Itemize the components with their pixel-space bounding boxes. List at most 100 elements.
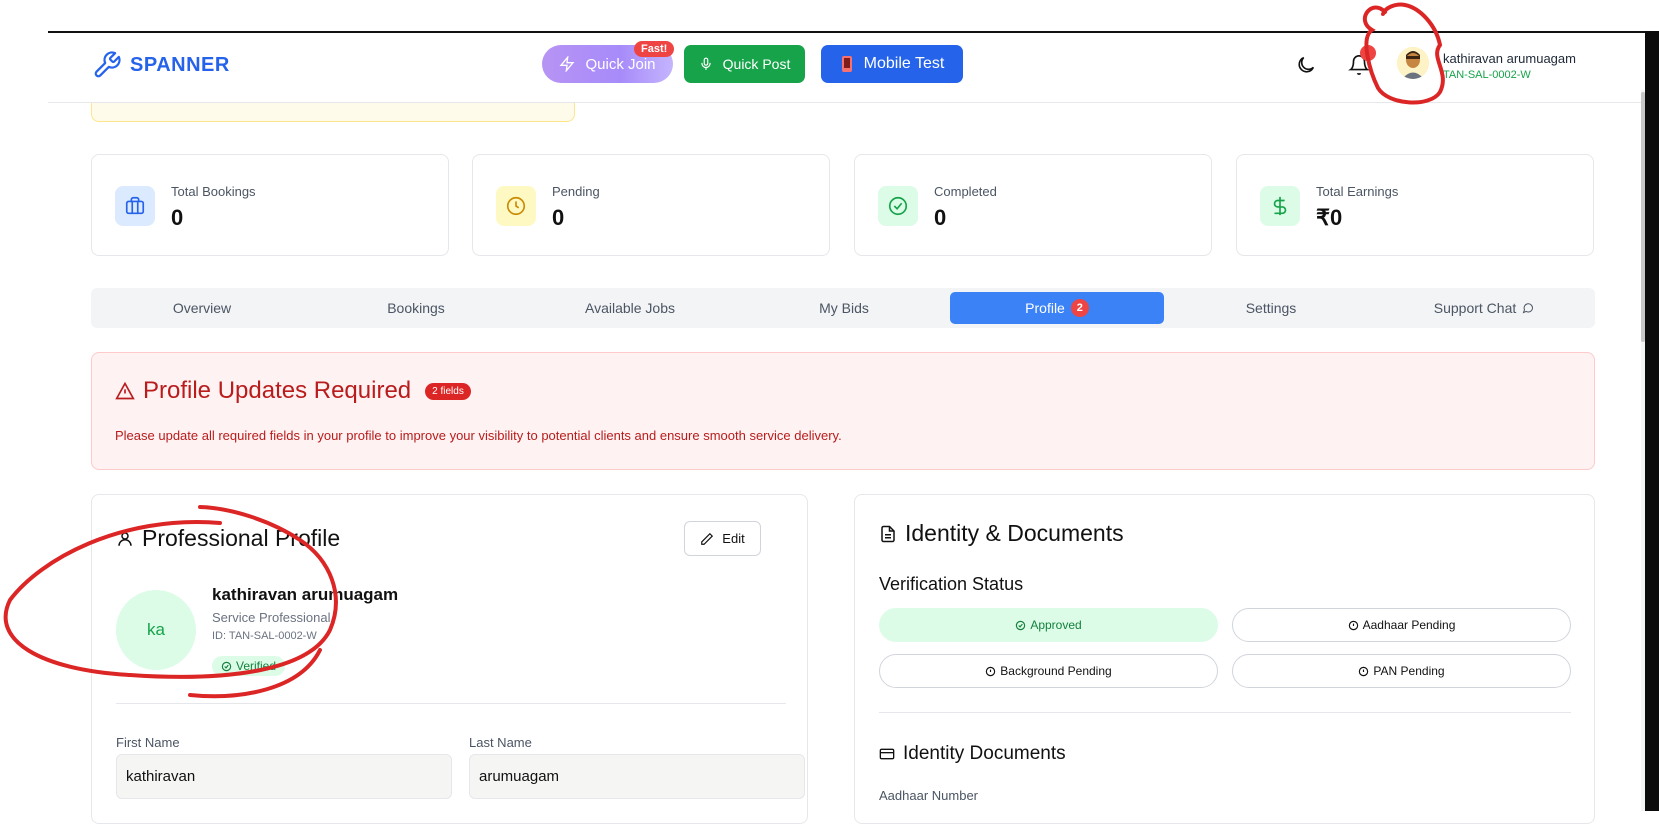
identity-docs-heading-row: Identity Documents	[879, 743, 1066, 765]
logo-text: SPANNER	[130, 53, 230, 76]
alert-title: Profile Updates Required	[143, 377, 412, 404]
pill-label: Aadhaar Pending	[1362, 618, 1456, 632]
card-icon	[879, 748, 895, 760]
first-name-label: First Name	[116, 735, 180, 750]
stat-label: Completed	[934, 184, 997, 199]
tab-support-chat[interactable]: Support Chat	[1377, 292, 1591, 324]
document-icon	[881, 525, 895, 542]
info-circle-icon	[1348, 620, 1358, 630]
stat-card-completed: Completed 0	[854, 154, 1212, 256]
quick-post-button[interactable]: Quick Post	[684, 45, 805, 83]
aadhaar-number-label: Aadhaar Number	[879, 788, 978, 803]
stat-label: Pending	[552, 184, 600, 199]
top-header: SPANNER Quick Join Fast! Quick Post Mobi…	[48, 33, 1641, 103]
app-frame: SPANNER Quick Join Fast! Quick Post Mobi…	[0, 0, 1659, 824]
stat-card-total-earnings: Total Earnings ₹0	[1236, 154, 1594, 256]
avatar-illustration	[1397, 47, 1429, 79]
lightning-icon	[560, 56, 575, 72]
status-pill-approved: Approved	[879, 608, 1218, 642]
tab-label: My Bids	[819, 300, 869, 316]
chat-bubble-icon	[1522, 303, 1534, 314]
mobile-test-label: Mobile Test	[863, 55, 945, 72]
user-id: TAN-SAL-0002-W	[1443, 69, 1531, 81]
alert-description: Please update all required fields in you…	[115, 428, 842, 443]
status-pill-aadhaar-pending: Aadhaar Pending	[1232, 608, 1571, 642]
pill-label: Approved	[1030, 618, 1082, 632]
status-pill-background-pending: Background Pending	[879, 654, 1218, 688]
stat-value: 0	[552, 205, 565, 230]
info-circle-icon	[986, 666, 996, 676]
edit-profile-button[interactable]: Edit	[684, 521, 761, 556]
warning-icon	[115, 381, 135, 400]
wrench-icon	[94, 51, 121, 78]
user-icon	[118, 531, 132, 546]
first-name-field[interactable]: kathiravan	[116, 754, 452, 799]
alert-title-row: Profile Updates Required 2 fields	[115, 377, 471, 405]
profile-avatar: ka	[116, 590, 196, 670]
tab-label: Settings	[1245, 300, 1297, 316]
user-avatar[interactable]	[1397, 47, 1429, 79]
microphone-icon	[700, 57, 711, 70]
professional-profile-card: Professional Profile Edit ka kathiravan …	[91, 494, 808, 824]
partial-notice-card	[91, 103, 575, 122]
tab-label: Support Chat	[1433, 300, 1517, 316]
phone-icon	[841, 56, 852, 72]
identity-docs-heading: Identity Documents	[903, 743, 1066, 764]
stat-value: 0	[171, 205, 184, 230]
stat-card-pending: Pending 0	[472, 154, 830, 256]
user-name: kathiravan arumuagam	[1443, 51, 1576, 66]
profile-name: kathiravan arumuagam	[212, 585, 399, 604]
tab-bar: Overview Bookings Available Jobs My Bids…	[91, 288, 1595, 328]
tab-settings[interactable]: Settings	[1164, 292, 1378, 324]
briefcase-icon	[115, 186, 155, 226]
pill-label: Background Pending	[1000, 664, 1112, 678]
tab-profile[interactable]: Profile 2	[950, 292, 1164, 324]
profile-divider	[116, 703, 786, 704]
moon-icon[interactable]	[1295, 54, 1317, 76]
profile-updates-alert: Profile Updates Required 2 fields Please…	[91, 352, 1595, 470]
last-name-field[interactable]: arumuagam	[469, 754, 805, 799]
tab-my-bids[interactable]: My Bids	[737, 292, 951, 324]
tab-label: Available Jobs	[584, 300, 676, 316]
profile-id: ID: TAN-SAL-0002-W	[212, 630, 317, 642]
check-circle-icon	[878, 186, 918, 226]
check-circle-icon	[221, 661, 232, 671]
notification-dot	[1360, 45, 1376, 61]
pencil-icon	[701, 532, 714, 545]
verified-badge: Verified	[212, 656, 286, 676]
tab-available-jobs[interactable]: Available Jobs	[523, 292, 737, 324]
quick-post-label: Quick Post	[722, 56, 791, 72]
profile-role: Service Professional	[212, 610, 331, 625]
quick-join-label: Quick Join	[585, 55, 656, 73]
status-pill-pan-pending: PAN Pending	[1232, 654, 1571, 688]
docs-card-title-row: Identity & Documents	[879, 520, 1124, 547]
stat-value: ₹0	[1316, 205, 1343, 230]
docs-card-title: Identity & Documents	[905, 520, 1124, 546]
logo[interactable]: SPANNER	[92, 50, 230, 80]
profile-tab-badge: 2	[1070, 299, 1089, 317]
tab-label: Profile	[1025, 300, 1065, 316]
tab-overview[interactable]: Overview	[95, 292, 309, 324]
left-margin	[0, 0, 48, 811]
stat-value: 0	[934, 205, 947, 230]
identity-documents-card: Identity & Documents Verification Status…	[854, 494, 1595, 824]
window-right-border	[1645, 31, 1659, 811]
profile-card-title-row: Professional Profile	[116, 525, 340, 552]
edit-label: Edit	[722, 531, 745, 546]
verification-status-label: Verification Status	[879, 574, 1024, 594]
stat-label: Total Earnings	[1316, 184, 1399, 199]
tab-label: Overview	[172, 300, 232, 316]
alert-fields-badge: 2 fields	[425, 382, 471, 400]
clock-icon	[496, 186, 536, 226]
docs-divider	[879, 712, 1571, 713]
mobile-test-button[interactable]: Mobile Test	[821, 45, 963, 83]
verified-label: Verified	[236, 659, 277, 673]
info-circle-icon	[1359, 666, 1369, 676]
tab-bookings[interactable]: Bookings	[309, 292, 523, 324]
stat-card-total-bookings: Total Bookings 0	[91, 154, 449, 256]
profile-card-title: Professional Profile	[142, 525, 341, 551]
dollar-icon	[1260, 186, 1300, 226]
tab-label: Bookings	[387, 300, 445, 316]
pill-label: PAN Pending	[1373, 664, 1445, 678]
last-name-label: Last Name	[469, 735, 532, 750]
